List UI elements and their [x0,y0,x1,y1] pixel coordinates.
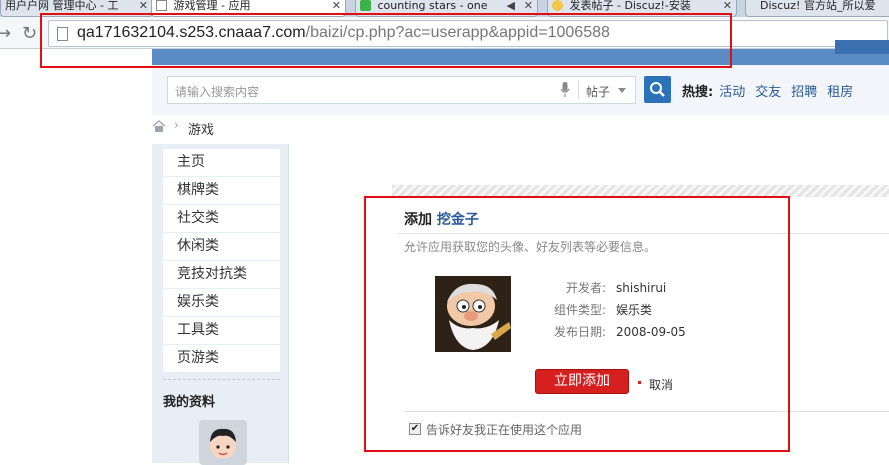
chevron-down-icon[interactable] [618,88,626,93]
tab-title: Discuz! 官方站_所以爱 [760,0,876,12]
hot-search: 热搜: 活动 交友 招聘 租房 [682,81,863,100]
search-icon [650,82,665,97]
discuz-favicon-icon [552,0,563,11]
tab-title: counting stars - one [377,0,488,12]
hot-link[interactable]: 交友 [755,85,781,100]
annotation-box-dialog [364,196,790,452]
reload-icon[interactable]: ↻ [22,23,37,44]
close-tab-icon[interactable]: ✕ [139,0,148,11]
sidebar-item-social[interactable]: 社交类 [163,205,280,233]
user-avatar-icon [210,428,236,459]
hot-link[interactable]: 租房 [827,85,853,100]
divider [578,81,579,99]
home-icon[interactable] [152,120,166,132]
category-menu: 主页 棋牌类 社交类 休闲类 竞技对抗类 娱乐类 工具类 页游类 [163,149,280,373]
sidebar-item-home[interactable]: 主页 [163,149,280,177]
divider [163,379,280,380]
avatar[interactable] [199,420,247,465]
sidebar: 主页 棋牌类 社交类 休闲类 竞技对抗类 娱乐类 工具类 页游类 我的资料 [152,144,289,465]
profile-title: 我的资料 [163,395,216,410]
sidebar-item-competitive[interactable]: 竞技对抗类 [163,261,280,289]
hot-link[interactable]: 活动 [719,85,745,100]
tab-title: 发表帖子 - Discuz!-安装 [569,0,691,12]
microphone-icon[interactable] [560,82,570,98]
hot-label: 热搜: [682,85,714,100]
search-favicon-icon [360,0,371,11]
search-input[interactable]: 请输入搜索内容 帖子 [167,76,636,104]
close-tab-icon[interactable]: ✕ [332,0,341,11]
page-icon [156,0,167,11]
sidebar-item-entertainment[interactable]: 娱乐类 [163,289,280,317]
forward-icon[interactable]: → [0,23,11,44]
sidebar-item-casual[interactable]: 休闲类 [163,233,280,261]
browser-tab[interactable]: Discuz! 官方站_所以爱 [745,0,889,17]
hot-link[interactable]: 招聘 [791,85,817,100]
annotation-box-url [40,13,732,68]
search-scope-select[interactable]: 帖子 [586,83,610,100]
breadcrumb-current[interactable]: 游戏 [188,119,214,138]
close-tab-icon[interactable]: ✕ [723,0,732,11]
header-button[interactable] [835,40,889,54]
breadcrumb-separator: › [174,118,179,132]
tab-title: 用户户网 管理中心 - 工 [5,0,119,12]
close-tab-icon[interactable]: ✕ [524,0,533,11]
sidebar-item-tools[interactable]: 工具类 [163,317,280,345]
speaker-icon: ◀ [506,0,515,12]
tab-title: 游戏管理 - 应用 [173,0,251,12]
sidebar-item-web-games[interactable]: 页游类 [163,345,280,373]
search-button[interactable] [644,76,671,103]
search-placeholder: 请输入搜索内容 [175,85,260,99]
sidebar-item-board-games[interactable]: 棋牌类 [163,177,280,205]
